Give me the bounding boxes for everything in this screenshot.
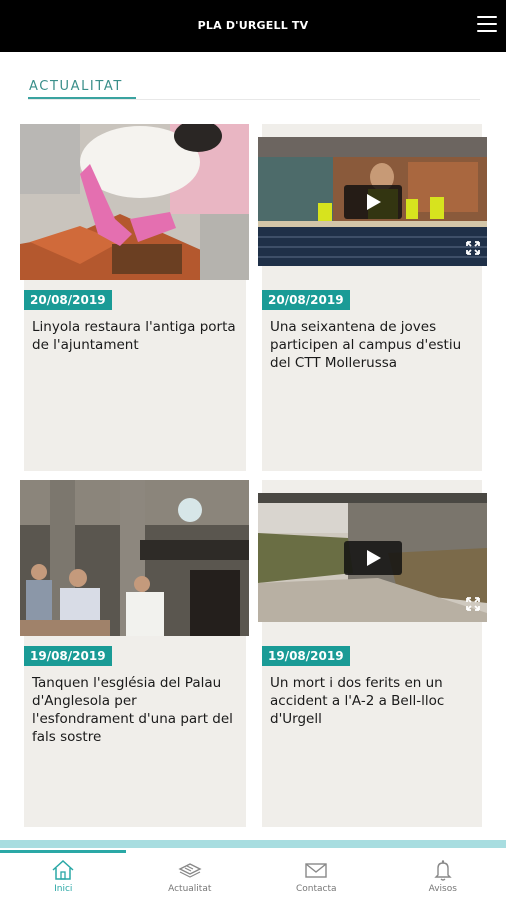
section-divider (28, 99, 480, 100)
article-card[interactable]: 19/08/2019 Tanquen l'església del Palau … (20, 480, 249, 827)
section-title: ACTUALITAT (29, 79, 123, 94)
article-photo (20, 480, 249, 636)
nav-item-contacta[interactable]: Contacta (253, 853, 380, 900)
article-image (20, 124, 249, 280)
newspaper-icon (178, 863, 202, 878)
bottom-navigation: Inici Actualitat Contacta Avisos (0, 853, 506, 900)
article-title[interactable]: Linyola restaura l'antiga porta de l'aju… (32, 318, 238, 354)
mail-icon (305, 863, 327, 878)
article-date: 19/08/2019 (24, 646, 112, 666)
fullscreen-icon[interactable] (466, 597, 480, 611)
nav-label: Avisos (428, 884, 457, 894)
article-card[interactable]: 20/08/2019 Linyola restaura l'antiga por… (20, 124, 249, 471)
play-button[interactable] (344, 185, 402, 219)
nav-item-actualitat[interactable]: Actualitat (127, 853, 254, 900)
article-date: 19/08/2019 (262, 646, 350, 666)
app-screen: PLA D'URGELL TV ACTUALITAT 20/08/2019 Li… (0, 0, 506, 900)
app-title: PLA D'URGELL TV (197, 19, 309, 32)
article-title[interactable]: Tanquen l'església del Palau d'Anglesola… (32, 674, 238, 746)
article-date: 20/08/2019 (262, 290, 350, 310)
article-image (20, 480, 249, 636)
article-title[interactable]: Un mort i dos ferits en un accident a l'… (270, 674, 474, 728)
article-card[interactable]: 19/08/2019 Un mort i dos ferits en un ac… (258, 480, 487, 827)
bottom-bar-accent (0, 840, 506, 848)
article-card[interactable]: 20/08/2019 Una seixantena de joves parti… (258, 124, 487, 471)
article-video[interactable] (258, 493, 487, 622)
top-header: PLA D'URGELL TV (0, 0, 506, 52)
nav-item-inici[interactable]: Inici (0, 853, 127, 900)
home-icon (52, 859, 74, 880)
play-button[interactable] (344, 541, 402, 575)
article-photo (20, 124, 249, 280)
fullscreen-icon[interactable] (466, 241, 480, 255)
nav-label: Inici (54, 884, 73, 894)
article-video[interactable] (258, 137, 487, 266)
nav-label: Contacta (295, 884, 337, 894)
hamburger-menu-icon[interactable] (476, 14, 498, 34)
nav-item-avisos[interactable]: Avisos (380, 853, 506, 900)
bell-icon (434, 860, 452, 881)
article-date: 20/08/2019 (24, 290, 112, 310)
article-title[interactable]: Una seixantena de joves participen al ca… (270, 318, 474, 372)
nav-label: Actualitat (168, 884, 212, 894)
